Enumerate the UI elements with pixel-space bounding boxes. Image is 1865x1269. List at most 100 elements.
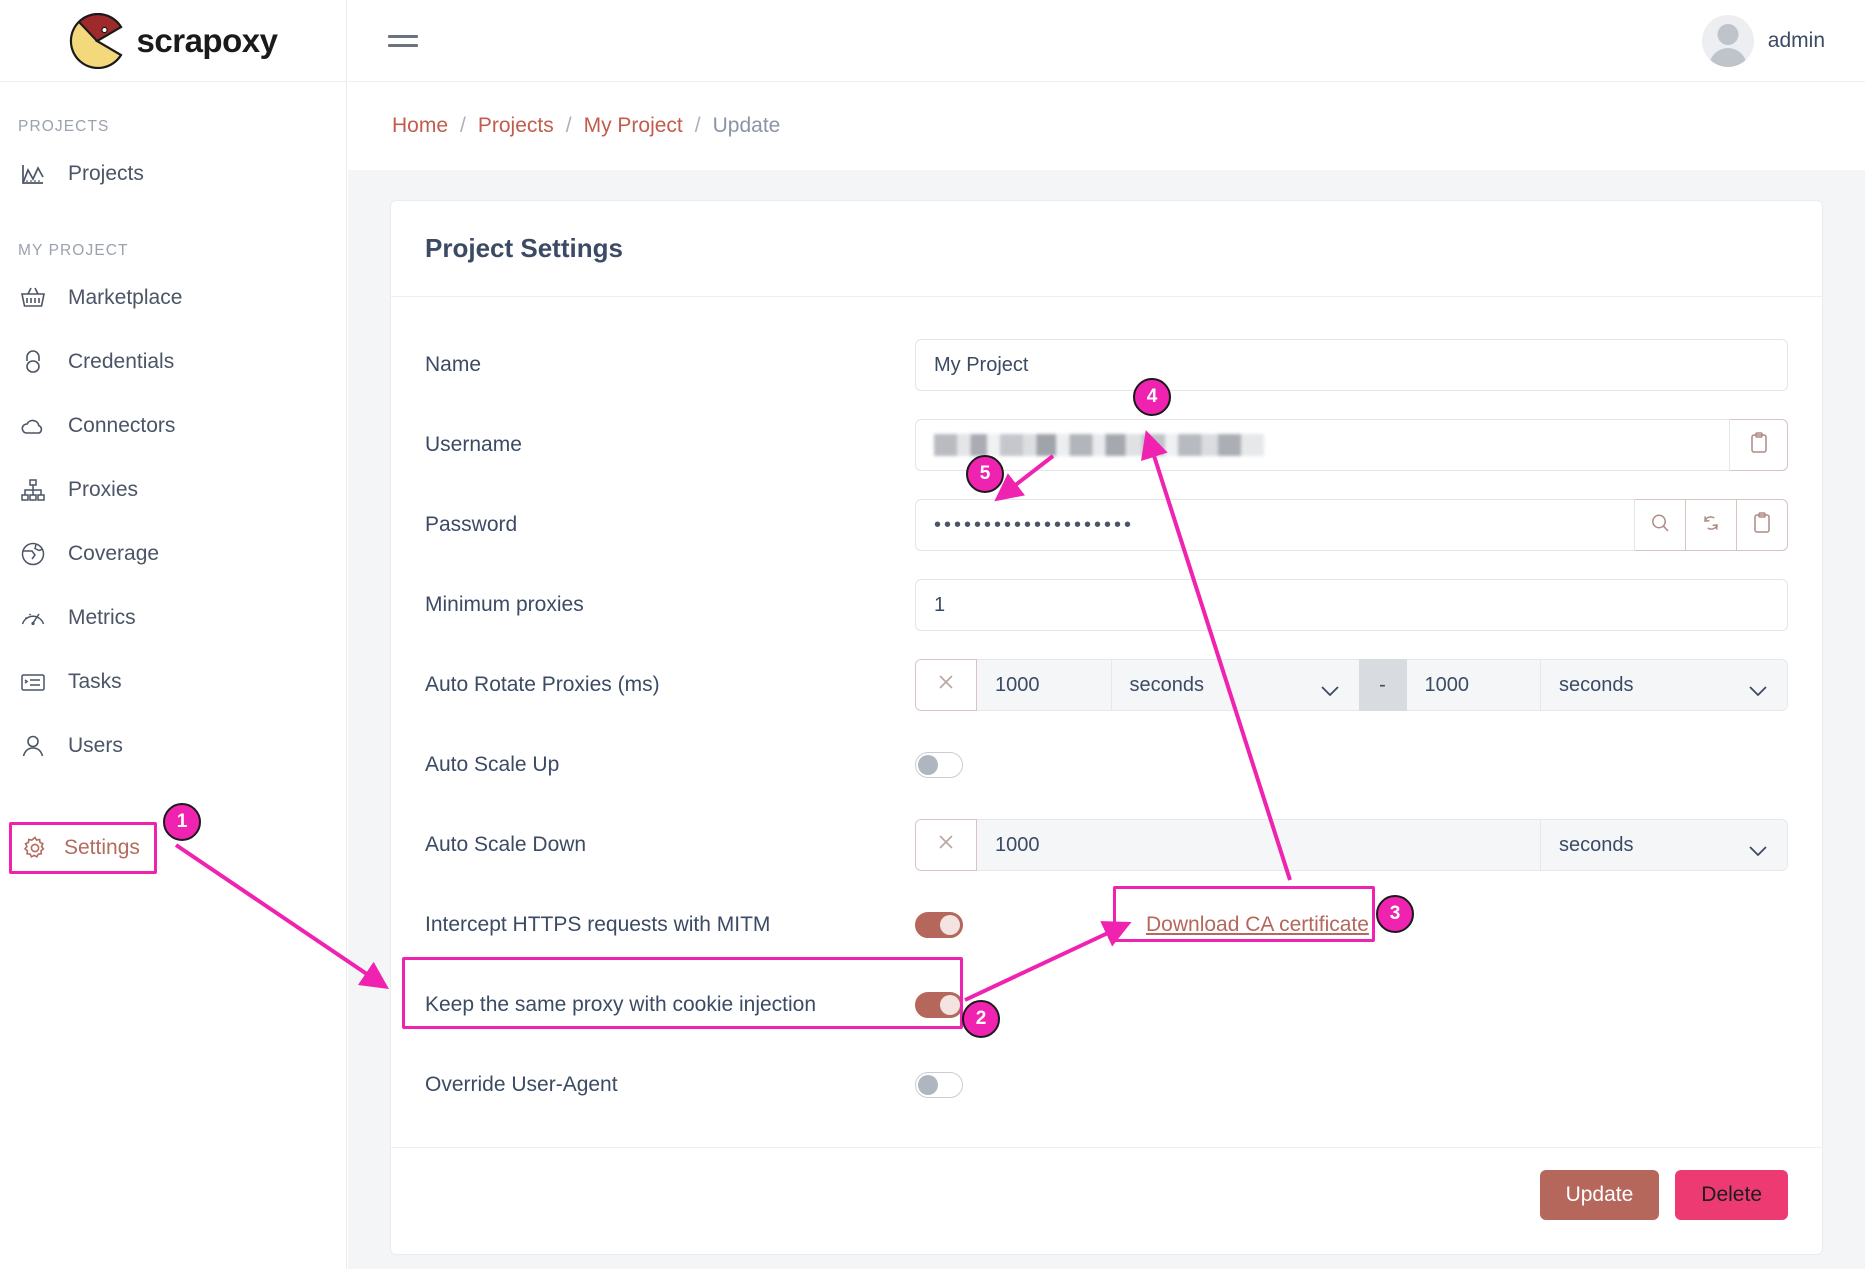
auto-rotate-proxies-row: Auto Rotate Proxies (ms) 1000 seconds - … [425, 645, 1788, 725]
sidebar-item-projects[interactable]: Projects [0, 142, 346, 206]
sidebar-item-users[interactable]: Users [0, 714, 346, 778]
sidebar-item-label: Marketplace [68, 286, 183, 309]
chevron-down-icon [1320, 680, 1339, 696]
sidebar-item-marketplace[interactable]: Marketplace [0, 266, 346, 330]
clipboard-icon [1747, 431, 1771, 460]
show-password-button[interactable] [1635, 499, 1687, 551]
sidebar-item-label: Tasks [68, 670, 122, 693]
auto-rotate-clear-button[interactable] [915, 659, 977, 711]
sidebar-item-coverage[interactable]: Coverage [0, 522, 346, 586]
override-user-agent-toggle[interactable] [915, 1072, 963, 1098]
clipboard-icon [1750, 511, 1774, 540]
auto-scale-down-clear-button[interactable] [915, 819, 977, 871]
auto-rotate-min-unit-value: seconds [1129, 673, 1205, 696]
minimum-proxies-label: Minimum proxies [425, 593, 584, 616]
auto-rotate-proxies-label: Auto Rotate Proxies (ms) [425, 673, 660, 696]
breadcrumb-item-my-project[interactable]: My Project [584, 114, 683, 138]
page-title: Project Settings [391, 201, 1822, 297]
auto-scale-down-row: Auto Scale Down 1000 seconds [425, 805, 1788, 885]
auto-rotate-min-value[interactable]: 1000 [977, 659, 1111, 711]
auto-scale-down-unit-select[interactable]: seconds [1540, 819, 1788, 871]
mitm-label: Intercept HTTPS requests with MITM [425, 913, 771, 936]
sidebar-item-connectors[interactable]: Connectors [0, 394, 346, 458]
basket-icon [18, 283, 48, 313]
sidebar-item-settings[interactable]: Settings [12, 825, 140, 871]
sidebar-item-label: Connectors [68, 414, 176, 437]
auto-scale-up-row: Auto Scale Up [425, 725, 1788, 805]
override-user-agent-label: Override User-Agent [425, 1073, 618, 1096]
user-menu[interactable]: admin [1701, 14, 1825, 67]
sidebar-item-metrics[interactable]: Metrics [0, 586, 346, 650]
hamburger-icon[interactable] [388, 29, 418, 53]
regenerate-password-button[interactable] [1686, 499, 1738, 551]
update-button[interactable]: Update [1539, 1170, 1660, 1220]
user-name: admin [1767, 28, 1825, 52]
cloud-icon [18, 411, 48, 441]
sidebar-item-label: Projects [68, 162, 144, 185]
breadcrumb-separator: / [694, 114, 701, 137]
sidebar-item-label: Credentials [68, 350, 175, 373]
sidebar-section-my-project-title: MY PROJECT [18, 242, 129, 259]
user-icon [18, 731, 48, 761]
card-footer: Update Delete [391, 1147, 1822, 1242]
chevron-down-icon [1749, 680, 1767, 696]
gauge-icon [18, 603, 48, 633]
sidebar-item-credentials[interactable]: Credentials [0, 330, 346, 394]
sidebar-item-tasks[interactable]: Tasks [0, 650, 346, 714]
sidebar-item-label: Metrics [68, 606, 136, 629]
override-user-agent-row: Override User-Agent [425, 1045, 1788, 1125]
mitm-toggle[interactable] [915, 912, 963, 938]
delete-button[interactable]: Delete [1675, 1170, 1788, 1220]
cookie-injection-toggle[interactable] [915, 992, 963, 1018]
chevron-down-icon [1749, 840, 1767, 856]
password-field[interactable]: •••••••••••••••••••• [915, 499, 1636, 551]
breadcrumb-item-home[interactable]: Home [392, 114, 448, 138]
username-masked-value [934, 434, 1264, 456]
project-settings-card: Project Settings Name Username [390, 200, 1823, 1255]
auto-scale-up-toggle[interactable] [915, 752, 963, 778]
download-ca-certificate-link[interactable]: Download CA certificate [1146, 913, 1369, 937]
copy-password-button[interactable] [1737, 499, 1789, 551]
breadcrumb-separator: / [460, 114, 466, 137]
sidebar-item-label: Proxies [68, 478, 139, 501]
password-row: Password •••••••••••••••••••• [425, 485, 1789, 565]
brand-logo-area[interactable]: scrapoxy [0, 0, 346, 82]
lock-icon [18, 347, 48, 377]
auto-scale-down-unit-value: seconds [1559, 833, 1634, 856]
breadcrumb-separator: / [565, 114, 572, 137]
auto-scale-down-value[interactable]: 1000 [977, 819, 1540, 871]
sidebar-item-label: Users [68, 734, 123, 757]
auto-rotate-min-unit-select[interactable]: seconds [1110, 659, 1359, 711]
avatar-icon [1701, 14, 1754, 67]
gear-icon [20, 833, 50, 863]
auto-rotate-max-unit-value: seconds [1559, 673, 1634, 696]
close-x-icon [935, 671, 957, 700]
pacman-logo-icon [69, 12, 125, 69]
copy-username-button[interactable] [1730, 419, 1788, 471]
cookie-injection-row: Keep the same proxy with cookie injectio… [425, 965, 1788, 1045]
cookie-injection-label: Keep the same proxy with cookie injectio… [425, 993, 817, 1016]
breadcrumb-item-update: Update [712, 114, 781, 137]
globe-icon [18, 539, 48, 569]
minimum-proxies-input[interactable] [915, 579, 1788, 631]
auto-rotate-max-value[interactable]: 1000 [1406, 659, 1540, 711]
name-input[interactable] [915, 339, 1788, 391]
username-row: Username [425, 405, 1788, 485]
main-content: Project Settings Name Username [348, 170, 1865, 1269]
sidebar-item-proxies[interactable]: Proxies [0, 458, 346, 522]
sidebar-item-label: Coverage [68, 542, 160, 565]
refresh-icon [1699, 511, 1723, 540]
auto-rotate-max-unit-select[interactable]: seconds [1540, 659, 1788, 711]
minimum-proxies-row: Minimum proxies [425, 565, 1788, 645]
list-icon [18, 667, 48, 697]
auto-scale-down-label: Auto Scale Down [425, 833, 587, 856]
auto-rotate-separator: - [1358, 659, 1407, 711]
sidebar-section-projects-title: PROJECTS [18, 118, 110, 135]
username-field[interactable] [915, 419, 1731, 471]
password-label: Password [425, 513, 518, 536]
breadcrumb-item-projects[interactable]: Projects [478, 114, 554, 138]
magnifier-icon [1648, 511, 1672, 540]
sidebar-item-label: Settings [64, 836, 140, 859]
brand-name: scrapoxy [136, 21, 278, 59]
close-x-icon [935, 831, 957, 860]
